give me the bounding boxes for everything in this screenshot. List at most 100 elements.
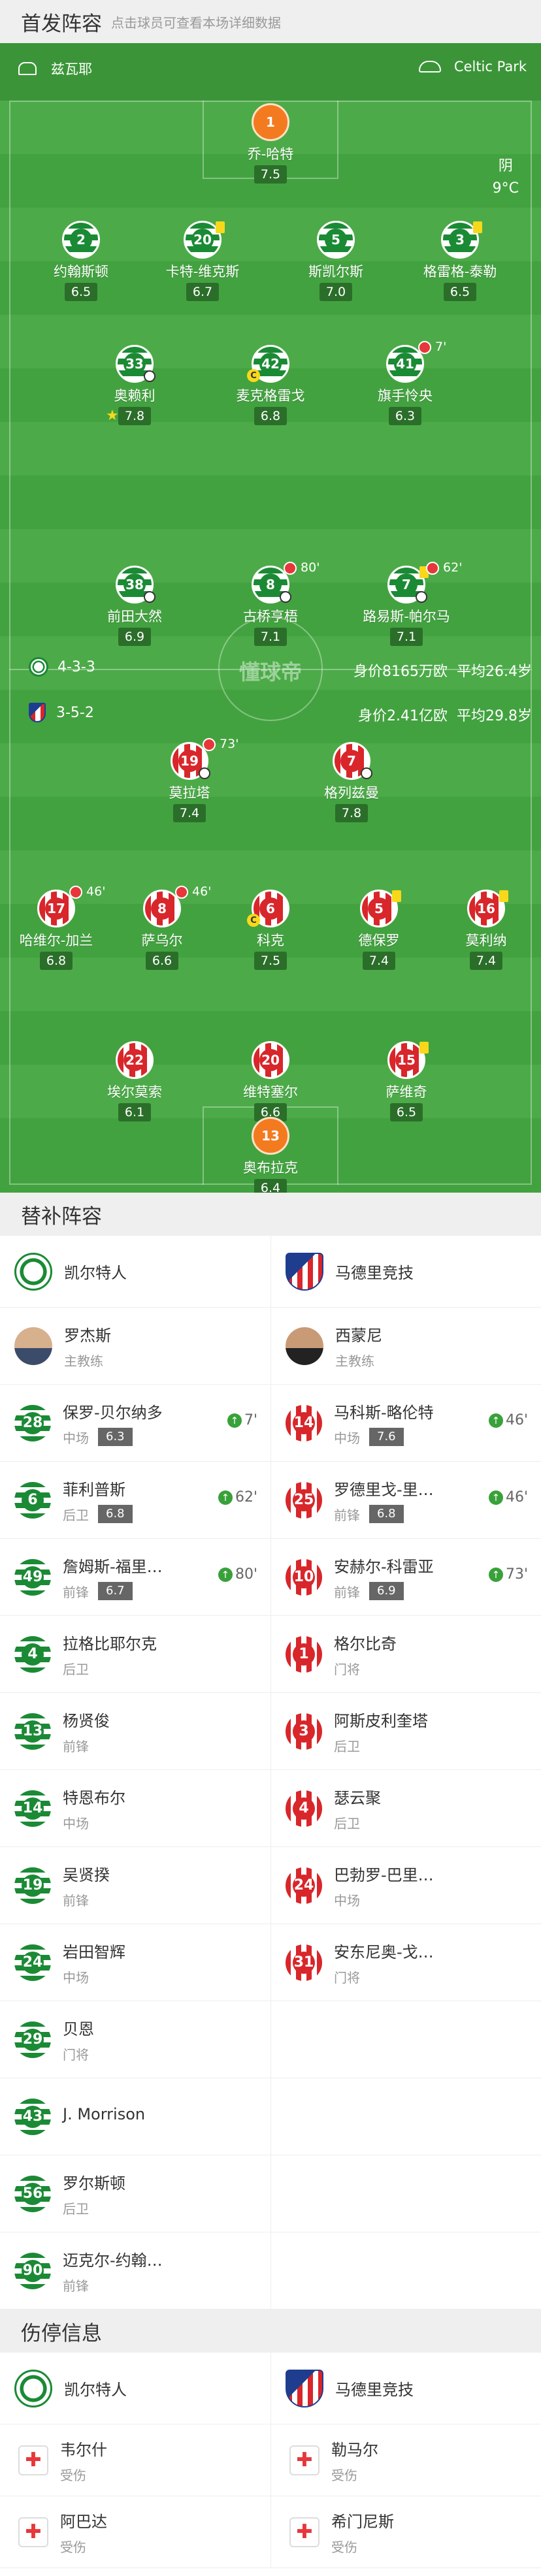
sub-in-time: 80'	[235, 1566, 257, 1583]
injury-status: 受伤	[60, 2467, 86, 2483]
home-sub-player[interactable]: 56 罗尔斯顿 后卫	[0, 2155, 270, 2232]
home-player-fw1[interactable]: 38 前田大然 6.9	[107, 566, 162, 646]
jersey-icon: 6C	[247, 890, 289, 927]
away-player-mf2[interactable]: 8 萨乌尔 6.6 46'	[136, 884, 211, 970]
jersey-icon: 13	[252, 1117, 289, 1155]
goal-icon	[280, 591, 291, 603]
player-position: 中场	[334, 1430, 360, 1446]
home-player-lb[interactable]: 3 格雷格-泰勒 6.5	[423, 221, 497, 301]
away-player-mf3[interactable]: 6C 科克 7.5	[244, 890, 297, 970]
home-player-gk[interactable]: 1 乔-哈特 7.5	[244, 103, 297, 184]
jersey-number: 42	[259, 353, 282, 375]
away-sub-player[interactable]: 10 安赫尔-科雷亚 前锋 6.9 ↑ 73'	[270, 1539, 541, 1615]
home-sub-player[interactable]: 90 迈克尔-约翰… 前锋	[0, 2232, 270, 2309]
home-value-text: 身价8165万欧	[353, 664, 448, 680]
away-sub-player[interactable]: 25 罗德里戈-里… 前锋 6.8 ↑ 46'	[270, 1462, 541, 1538]
away-player-gk[interactable]: 13 奥布拉克 6.4	[243, 1117, 298, 1193]
venue-tag: Celtic Park	[418, 59, 527, 74]
player-rating: 6.8	[369, 1505, 404, 1523]
away-player-fw1[interactable]: 19 莫拉塔 7.4 73'	[163, 737, 238, 822]
home-team-cell[interactable]: 凯尔特人	[0, 2353, 270, 2424]
sub-off-marker: 46'	[69, 884, 105, 899]
home-sub-player[interactable]: 28 保罗-贝尔纳多 中场 6.3 ↑ 7'	[0, 1385, 270, 1461]
sub-in-arrow-icon: ↑	[218, 1490, 233, 1505]
player-name: 斯凯尔斯	[308, 264, 363, 280]
jersey-icon: 3	[286, 1713, 322, 1750]
away-sub-player[interactable]: 14 马科斯-略伦特 中场 7.6 ↑ 46'	[270, 1385, 541, 1461]
home-player-cm2[interactable]: 42 C 麦克格雷戈 6.8	[237, 345, 305, 425]
player-rating: 6.4	[254, 1179, 287, 1193]
player-position: 门将	[334, 1661, 360, 1677]
player-rating: 6.6	[145, 952, 179, 970]
home-player-fw2[interactable]: 8 古桥亨梧 7.1 80'	[243, 560, 320, 646]
home-player-cm1[interactable]: 33 奥赖利 7.8 ★	[106, 345, 161, 425]
away-injured-player[interactable]: ✚ 希门尼斯 受伤	[270, 2496, 541, 2568]
home-player-cb1[interactable]: 20 卡特-维克斯 6.7	[166, 221, 239, 301]
player-rating: 7.4	[172, 804, 206, 822]
player-name: 格尔比奇	[334, 1634, 397, 1653]
away-player-mf1[interactable]: 17 哈维尔-加兰 6.8 46'	[20, 884, 105, 970]
home-sub-player[interactable]: 14 特恩布尔 中场	[0, 1770, 270, 1846]
away-player-mf5[interactable]: 16 莫利纳 7.4	[460, 890, 512, 970]
sub-off-icon	[426, 561, 439, 575]
home-sub-player[interactable]: 43 J. Morrison	[0, 2078, 270, 2155]
player-rating: 7.0	[319, 283, 353, 301]
home-injured-player[interactable]: ✚ 阿巴达 受伤	[0, 2496, 270, 2568]
sub-in-time: 46'	[505, 1489, 528, 1505]
away-sub-player[interactable]: 4 瑟云聚 后卫	[270, 1770, 541, 1846]
away-injured-player[interactable]: ✚ 勒马尔 受伤	[270, 2424, 541, 2496]
home-player-rb[interactable]: 2 约翰斯顿 6.5	[54, 221, 108, 301]
jersey-number: 24	[293, 1874, 315, 1897]
whistle-icon	[18, 62, 37, 75]
jersey-number: 15	[395, 1049, 418, 1071]
home-sub-player[interactable]: 4 拉格比耶尔克 后卫	[0, 1616, 270, 1692]
player-name: 岩田智辉	[63, 1942, 125, 1961]
player-position: 前锋	[334, 1584, 360, 1600]
jersey-icon: 19	[14, 1867, 51, 1904]
away-sub-player[interactable]: 1 格尔比奇 门将	[270, 1616, 541, 1692]
away-player-df1[interactable]: 22 埃尔莫索 6.1	[107, 1041, 162, 1121]
home-sub-player[interactable]: 6 菲利普斯 后卫 6.8 ↑ 62'	[0, 1462, 270, 1538]
away-team-cell[interactable]: 马德里竞技	[270, 2353, 541, 2424]
home-team-cell[interactable]: 凯尔特人	[0, 1236, 270, 1307]
sub-row: 14 特恩布尔 中场 4 瑟云聚 后卫	[0, 1770, 541, 1847]
celtic-logo-icon	[14, 2369, 52, 2407]
away-player-df2[interactable]: 20 维特塞尔 6.6	[243, 1041, 298, 1121]
away-player-mf4[interactable]: 5 德保罗 7.4	[353, 890, 405, 970]
player-position: 中场	[63, 1969, 89, 1986]
away-sub-player[interactable]: 3 阿斯皮利奎塔 后卫	[270, 1693, 541, 1769]
away-coach-cell[interactable]: 西蒙尼 主教练	[270, 1308, 541, 1384]
player-name: 希门尼斯	[331, 2512, 394, 2531]
home-sub-player[interactable]: 19 吴贤揆 前锋	[0, 1847, 270, 1924]
jersey-icon: 20	[252, 1041, 289, 1079]
subs-title: 替补阵容	[21, 1204, 102, 1229]
sub-row: 13 杨贤俊 前锋 3 阿斯皮利奎塔 后卫	[0, 1693, 541, 1770]
away-sub-player[interactable]: 31 安东尼奥-戈… 门将	[270, 1924, 541, 2001]
player-name: 约翰斯顿	[54, 264, 108, 280]
jersey-number: 14	[293, 1411, 315, 1434]
jersey-number: 20	[259, 1049, 282, 1071]
home-player-fw3[interactable]: 7 路易斯-帕尔马 7.1 62'	[363, 560, 462, 646]
jersey-icon: 56	[14, 2175, 51, 2212]
jersey-icon: 25	[286, 1481, 322, 1519]
player-name: J. Morrison	[63, 2104, 146, 2123]
home-player-cm3[interactable]: 41 旗手怜央 6.3 7'	[378, 340, 446, 425]
home-coach-cell[interactable]: 罗杰斯 主教练	[0, 1308, 270, 1384]
jersey-number: 49	[22, 1566, 44, 1588]
home-sub-player[interactable]: 49 詹姆斯-福里… 前锋 6.7 ↑ 80'	[0, 1539, 270, 1615]
home-injured-player[interactable]: ✚ 韦尔什 受伤	[0, 2424, 270, 2496]
player-name: 罗尔斯顿	[63, 2174, 125, 2193]
home-sub-player[interactable]: 13 杨贤俊 前锋	[0, 1693, 270, 1769]
player-rating: 7.1	[389, 628, 423, 646]
away-player-df3[interactable]: 15 萨维奇 6.5	[380, 1041, 433, 1121]
player-name: 特恩布尔	[63, 1788, 125, 1807]
jersey-number: 3	[293, 1720, 315, 1743]
jersey-number: 19	[22, 1874, 44, 1897]
sub-in-time: 73'	[505, 1566, 528, 1583]
home-sub-player[interactable]: 29 贝恩 门将	[0, 2001, 270, 2078]
away-player-fw2[interactable]: 7 格列兹曼 7.8	[324, 742, 379, 822]
home-sub-player[interactable]: 24 岩田智辉 中场	[0, 1924, 270, 2001]
home-player-cb2[interactable]: 5 斯凯尔斯 7.0	[308, 221, 363, 301]
away-team-cell[interactable]: 马德里竞技	[270, 1236, 541, 1307]
away-sub-player[interactable]: 24 巴勃罗-巴里… 中场	[270, 1847, 541, 1924]
